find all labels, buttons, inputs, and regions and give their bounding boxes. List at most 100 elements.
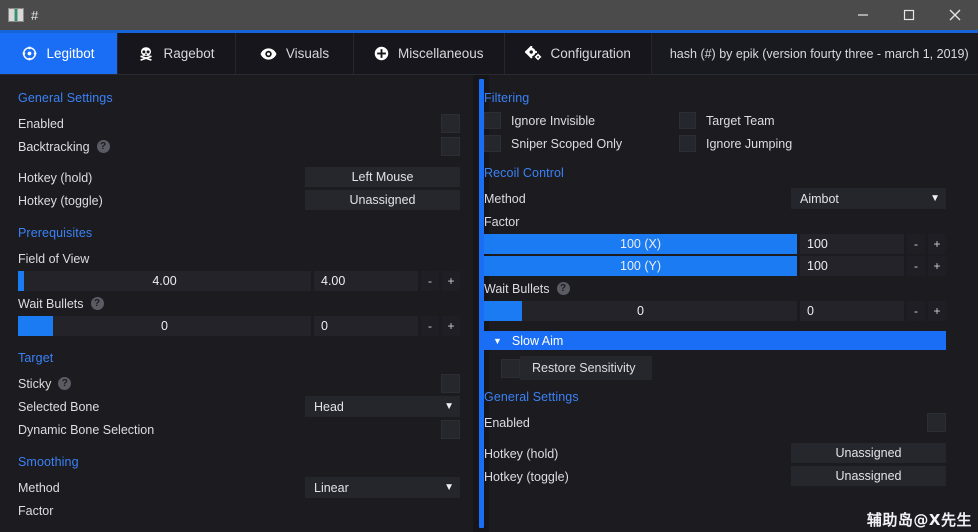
help-icon[interactable]: ? bbox=[96, 140, 110, 153]
filter-target-team[interactable]: Target Team bbox=[679, 112, 946, 129]
tab-miscellaneous[interactable]: Miscellaneous bbox=[354, 33, 505, 74]
row-sticky[interactable]: Sticky ? bbox=[18, 372, 460, 395]
recoil-y-decrement[interactable]: - bbox=[907, 256, 925, 276]
row-label: Dynamic Bone Selection bbox=[18, 422, 155, 437]
row-label: Backtracking bbox=[18, 139, 90, 154]
row-smoothing-method[interactable]: Method Linear ▼ bbox=[18, 476, 460, 499]
recoil-x-decrement[interactable]: - bbox=[907, 234, 925, 254]
maximize-button[interactable] bbox=[886, 0, 932, 30]
row-right-hotkey-hold[interactable]: Hotkey (hold) Unassigned bbox=[484, 442, 946, 465]
row-label: Enabled bbox=[18, 116, 64, 131]
field-of-view-increment[interactable]: + bbox=[442, 271, 460, 291]
wait-bullets-control: 0 0 - + bbox=[18, 315, 460, 337]
row-hotkey-hold[interactable]: Hotkey (hold) Left Mouse bbox=[18, 166, 460, 189]
dropdown-value: Linear bbox=[314, 480, 349, 495]
ignore-jumping-checkbox[interactable] bbox=[679, 135, 696, 152]
row-restore-sensitivity[interactable]: Restore Sensitivity bbox=[484, 356, 946, 380]
chevron-down-icon: ▼ bbox=[930, 193, 940, 204]
field-of-view-slider[interactable]: 4.00 bbox=[18, 271, 311, 291]
slider-value-text: 100 (X) bbox=[620, 237, 661, 251]
row-label: Wait Bullets bbox=[18, 296, 84, 311]
wait-bullets-slider[interactable]: 0 bbox=[18, 316, 311, 336]
restore-sensitivity-checkbox[interactable] bbox=[501, 358, 520, 378]
right-hotkey-hold-button[interactable]: Unassigned bbox=[791, 443, 946, 463]
ignore-invisible-checkbox[interactable] bbox=[484, 112, 501, 129]
enabled-checkbox[interactable] bbox=[441, 114, 460, 133]
row-hotkey-toggle[interactable]: Hotkey (toggle) Unassigned bbox=[18, 189, 460, 212]
recoil-wait-bullets-input[interactable]: 0 bbox=[800, 301, 904, 321]
slider-value-text: 0 bbox=[637, 304, 644, 318]
right-enabled-checkbox[interactable] bbox=[927, 413, 946, 432]
section-smoothing: Smoothing bbox=[18, 455, 79, 469]
filter-ignore-invisible[interactable]: Ignore Invisible bbox=[484, 112, 679, 129]
chevron-down-icon: ▼ bbox=[493, 335, 502, 346]
recoil-x-increment[interactable]: + bbox=[928, 234, 946, 254]
section-recoil-control: Recoil Control bbox=[484, 166, 564, 180]
filter-label: Ignore Invisible bbox=[511, 113, 596, 128]
slider-fill bbox=[18, 271, 24, 291]
wait-bullets-decrement[interactable]: - bbox=[421, 316, 439, 336]
slider-fill bbox=[484, 301, 522, 321]
help-icon[interactable]: ? bbox=[90, 297, 104, 310]
row-recoil-factor: Factor bbox=[484, 210, 946, 233]
field-of-view-decrement[interactable]: - bbox=[421, 271, 439, 291]
left-pane: General Settings Enabled Backtracking ? … bbox=[0, 75, 473, 532]
filter-sniper-scoped-only[interactable]: Sniper Scoped Only bbox=[484, 135, 679, 152]
help-icon[interactable]: ? bbox=[58, 377, 72, 390]
row-right-enabled[interactable]: Enabled bbox=[484, 411, 946, 434]
recoil-x-input[interactable]: 100 bbox=[800, 234, 904, 254]
version-text: hash (#) by epik (version fourty three -… bbox=[669, 46, 969, 61]
dynamic-bone-selection-checkbox[interactable] bbox=[441, 420, 460, 439]
maximize-icon bbox=[903, 9, 915, 21]
tab-visuals[interactable]: Visuals bbox=[236, 33, 354, 74]
slow-aim-section-header[interactable]: ▼ Slow Aim bbox=[484, 331, 946, 350]
recoil-wait-bullets-increment[interactable]: + bbox=[928, 301, 946, 321]
recoil-method-dropdown[interactable]: Aimbot ▼ bbox=[791, 188, 946, 209]
tab-legitbot[interactable]: Legitbot bbox=[0, 33, 118, 74]
tab-ragebot[interactable]: Ragebot bbox=[118, 33, 236, 74]
filter-ignore-jumping[interactable]: Ignore Jumping bbox=[679, 135, 946, 152]
sniper-scoped-only-checkbox[interactable] bbox=[484, 135, 501, 152]
row-recoil-method[interactable]: Method Aimbot ▼ bbox=[484, 187, 946, 210]
section-target: Target bbox=[18, 351, 54, 365]
hotkey-hold-button[interactable]: Left Mouse bbox=[305, 167, 460, 187]
hotkey-toggle-button[interactable]: Unassigned bbox=[305, 190, 460, 210]
slider-fill bbox=[18, 316, 54, 336]
recoil-y-input[interactable]: 100 bbox=[800, 256, 904, 276]
recoil-y-control: 100 (Y) 100 - + bbox=[484, 255, 946, 277]
minimize-button[interactable] bbox=[840, 0, 886, 30]
row-label: Method bbox=[484, 191, 526, 206]
row-label: Hotkey (toggle) bbox=[18, 193, 103, 208]
close-button[interactable] bbox=[932, 0, 978, 30]
application-window: # Legitbot Ragebot Visuals Miscellaneous… bbox=[0, 0, 978, 532]
recoil-wait-bullets-slider[interactable]: 0 bbox=[484, 301, 797, 321]
wait-bullets-input[interactable]: 0 bbox=[314, 316, 418, 336]
wait-bullets-increment[interactable]: + bbox=[442, 316, 460, 336]
right-hotkey-toggle-button[interactable]: Unassigned bbox=[791, 466, 946, 486]
chevron-down-icon: ▼ bbox=[444, 401, 454, 412]
row-dynamic-bone-selection[interactable]: Dynamic Bone Selection bbox=[18, 418, 460, 441]
recoil-wait-bullets-decrement[interactable]: - bbox=[907, 301, 925, 321]
smoothing-method-dropdown[interactable]: Linear ▼ bbox=[305, 477, 460, 498]
recoil-y-increment[interactable]: + bbox=[928, 256, 946, 276]
sticky-checkbox[interactable] bbox=[441, 374, 460, 393]
section-filtering: Filtering bbox=[484, 91, 530, 105]
row-backtracking[interactable]: Backtracking ? bbox=[18, 135, 460, 158]
selected-bone-dropdown[interactable]: Head ▼ bbox=[305, 396, 460, 417]
row-selected-bone[interactable]: Selected Bone Head ▼ bbox=[18, 395, 460, 418]
content-area: General Settings Enabled Backtracking ? … bbox=[0, 75, 978, 532]
row-label: Hotkey (toggle) bbox=[484, 469, 569, 484]
row-label: Factor bbox=[484, 214, 520, 229]
target-team-checkbox[interactable] bbox=[679, 112, 696, 129]
recoil-y-slider[interactable]: 100 (Y) bbox=[484, 256, 797, 276]
help-icon[interactable]: ? bbox=[556, 282, 570, 295]
tab-configuration[interactable]: Configuration bbox=[504, 33, 652, 74]
field-of-view-input[interactable]: 4.00 bbox=[314, 271, 418, 291]
row-enabled[interactable]: Enabled bbox=[18, 112, 460, 135]
backtracking-checkbox[interactable] bbox=[441, 137, 460, 156]
row-right-hotkey-toggle[interactable]: Hotkey (toggle) Unassigned bbox=[484, 465, 946, 488]
recoil-x-slider[interactable]: 100 (X) bbox=[484, 234, 797, 254]
row-label: Sticky bbox=[18, 376, 52, 391]
